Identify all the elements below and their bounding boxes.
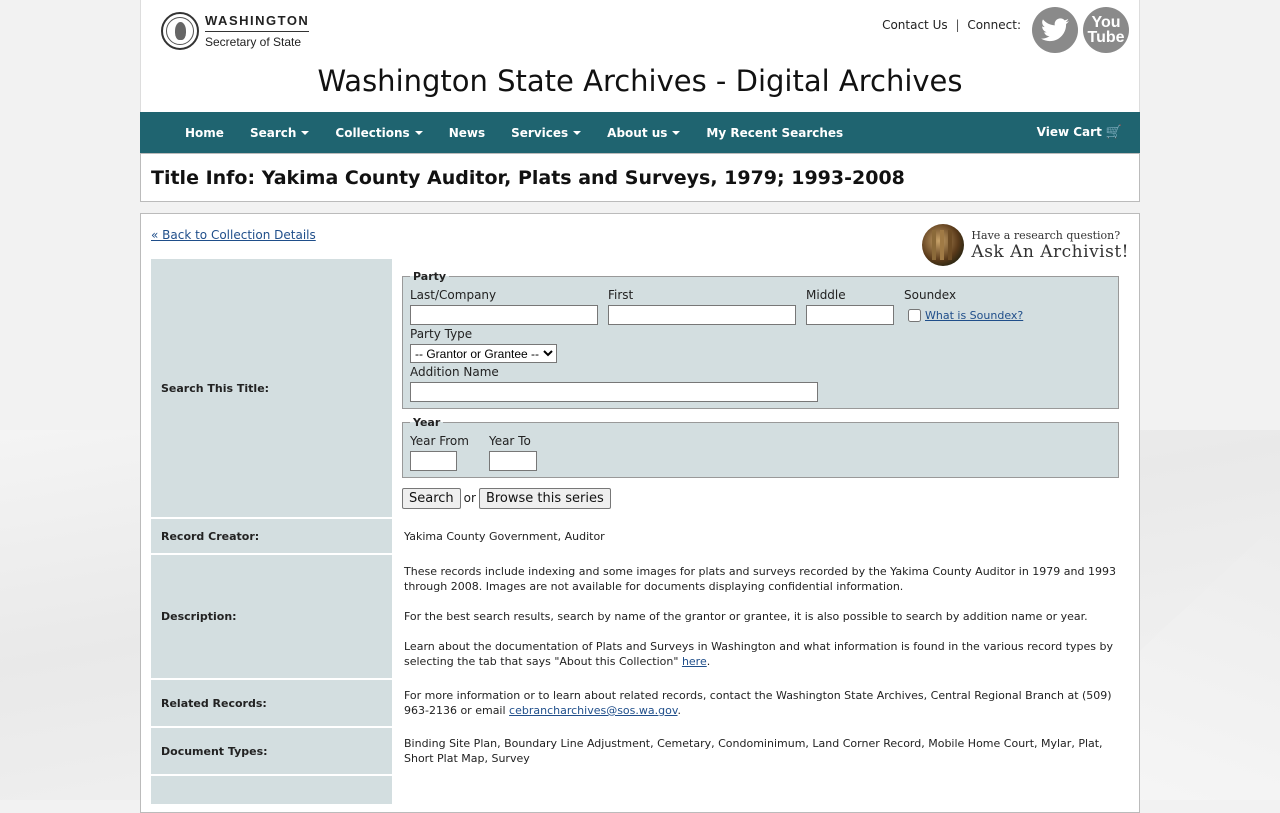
- main-nav: Home Search Collections News Services Ab…: [140, 112, 1140, 153]
- youtube-icon[interactable]: You Tube: [1083, 7, 1129, 53]
- nav-news-label: News: [448, 125, 486, 140]
- year-from-label: Year From: [410, 434, 469, 448]
- or-text: or: [463, 491, 476, 505]
- nav-collections-label: Collections: [335, 125, 410, 140]
- caret-down-icon: [301, 131, 310, 135]
- caret-down-icon: [414, 131, 423, 135]
- branch-email-link[interactable]: cebrancharchives@sos.wa.gov: [509, 704, 677, 717]
- first-name-label: First: [608, 288, 634, 302]
- description-paragraph: These records include indexing and some …: [404, 565, 1116, 593]
- search-row-label: Search This Title:: [151, 259, 394, 519]
- party-type-label: Party Type: [410, 327, 473, 341]
- back-to-collection-link[interactable]: « Back to Collection Details: [151, 228, 316, 242]
- year-fieldset: Year Year From Year To: [402, 415, 1119, 478]
- table-row: [151, 775, 1129, 806]
- about-collection-link[interactable]: here: [682, 655, 707, 668]
- what-is-soundex-link[interactable]: What is Soundex?: [925, 308, 1023, 323]
- nav-recent-searches[interactable]: My Recent Searches: [693, 126, 856, 140]
- contact-us-link[interactable]: Contact Us: [882, 18, 948, 32]
- state-seal-icon: [161, 12, 199, 50]
- nav-about-us-label: About us: [607, 125, 668, 140]
- sos-logo[interactable]: WASHINGTON Secretary of State: [161, 12, 310, 50]
- year-from-input[interactable]: [410, 451, 457, 471]
- soundex-label: Soundex: [904, 288, 957, 302]
- table-row: Search This Title: Party Last/Company Fi…: [151, 259, 1129, 519]
- description-end: .: [706, 655, 711, 668]
- description-paragraph: Learn about the documentation of Plats a…: [404, 639, 1119, 669]
- nav-search[interactable]: Search: [237, 126, 322, 140]
- description-value: These records include indexing and some …: [393, 554, 1129, 680]
- nav-services-label: Services: [511, 125, 569, 140]
- nav-search-label: Search: [249, 125, 297, 140]
- browse-series-button[interactable]: Browse this series: [478, 488, 611, 509]
- search-form: Party Last/Company First Middle Soundex …: [393, 259, 1129, 519]
- addition-name-input[interactable]: [410, 382, 818, 402]
- document-types-value: Binding Site Plan, Boundary Line Adjustm…: [393, 727, 1129, 776]
- logo-subtitle: Secretary of State: [205, 35, 302, 49]
- view-cart-label: View Cart: [1036, 125, 1102, 139]
- party-legend: Party: [413, 270, 447, 283]
- record-creator-label: Record Creator:: [151, 518, 394, 555]
- year-to-label: Year To: [488, 434, 531, 448]
- year-to-input[interactable]: [488, 451, 537, 471]
- archive-books-icon: [922, 224, 965, 266]
- view-cart-link[interactable]: View Cart 🛒: [1037, 125, 1122, 140]
- middle-name-input[interactable]: [806, 305, 894, 325]
- last-company-input[interactable]: [410, 305, 598, 325]
- addition-name-label: Addition Name: [410, 365, 499, 379]
- description-label: Description:: [151, 554, 394, 680]
- page-wrapper: WASHINGTON Secretary of State Contact Us…: [140, 0, 1140, 813]
- document-types-label: Document Types:: [151, 727, 394, 776]
- logo-title: WASHINGTON: [205, 13, 310, 32]
- link-separator: |: [955, 18, 960, 32]
- middle-name-label: Middle: [806, 288, 846, 302]
- nav-home[interactable]: Home: [172, 126, 237, 140]
- table-row-value: [393, 775, 1129, 806]
- table-row: Description: These records include index…: [151, 554, 1129, 680]
- content-panel: « Back to Collection Details Have a rese…: [140, 213, 1140, 813]
- top-links: Contact Us | Connect:: [882, 18, 1021, 32]
- description-text: Learn about the documentation of Plats a…: [404, 640, 1114, 668]
- caret-down-icon: [672, 131, 681, 135]
- soundex-checkbox[interactable]: [908, 308, 921, 322]
- title-box: Title Info: Yakima County Auditor, Plats…: [140, 153, 1140, 202]
- table-row-label: [151, 775, 394, 806]
- ask-an-archivist-banner[interactable]: Have a research question? Ask An Archivi…: [922, 224, 1129, 266]
- caret-down-icon: [573, 131, 582, 135]
- shopping-cart-icon: 🛒: [1105, 125, 1122, 140]
- last-company-label: Last/Company: [410, 288, 497, 302]
- nav-services[interactable]: Services: [498, 126, 594, 140]
- ask-archivist-text: Ask An Archivist!: [971, 241, 1129, 262]
- party-fieldset: Party Last/Company First Middle Soundex …: [402, 269, 1119, 409]
- nav-news[interactable]: News: [436, 126, 498, 140]
- related-records-value: For more information or to learn about r…: [393, 679, 1129, 728]
- page-title: Title Info: Yakima County Auditor, Plats…: [151, 166, 905, 189]
- ask-question-text: Have a research question?: [971, 228, 1121, 242]
- record-creator-value: Yakima County Government, Auditor: [393, 518, 1129, 555]
- description-paragraph: For the best search results, search by n…: [404, 610, 1088, 623]
- party-type-select[interactable]: -- Grantor or Grantee --: [410, 344, 557, 363]
- year-legend: Year: [413, 416, 441, 429]
- table-row: Record Creator: Yakima County Government…: [151, 518, 1129, 555]
- table-row: Related Records: For more information or…: [151, 679, 1129, 728]
- title-info-table: Search This Title: Party Last/Company Fi…: [151, 259, 1129, 806]
- connect-label: Connect:: [967, 18, 1021, 32]
- site-header: WASHINGTON Secretary of State Contact Us…: [140, 0, 1140, 112]
- nav-home-label: Home: [185, 125, 224, 140]
- nav-recent-searches-label: My Recent Searches: [706, 125, 844, 140]
- site-title: Washington State Archives - Digital Arch…: [317, 64, 963, 98]
- search-button[interactable]: Search: [402, 488, 461, 509]
- related-records-label: Related Records:: [151, 679, 394, 728]
- related-records-end: .: [677, 704, 682, 717]
- twitter-icon[interactable]: [1032, 7, 1078, 53]
- nav-collections[interactable]: Collections: [322, 126, 435, 140]
- first-name-input[interactable]: [608, 305, 796, 325]
- table-row: Document Types: Binding Site Plan, Bound…: [151, 727, 1129, 776]
- nav-about-us[interactable]: About us: [594, 126, 693, 140]
